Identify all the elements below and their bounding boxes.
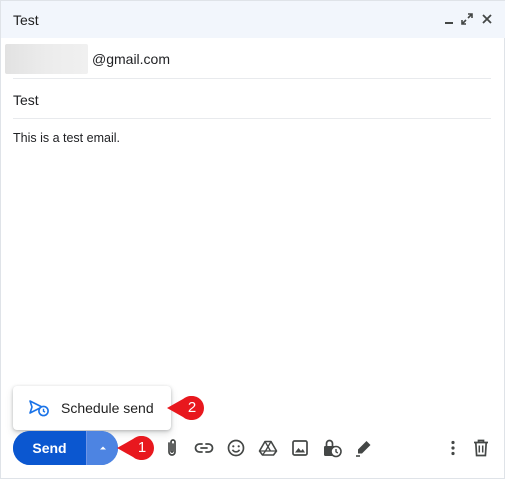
- close-button[interactable]: [478, 9, 496, 29]
- attach-file-button[interactable]: [161, 437, 183, 459]
- compose-title: Test: [13, 12, 39, 28]
- subject-field[interactable]: Test: [13, 80, 491, 119]
- message-body[interactable]: This is a test email.: [13, 131, 120, 145]
- drive-icon: [258, 440, 278, 456]
- send-button-group: Send: [13, 431, 118, 465]
- emoji-icon: [227, 439, 245, 457]
- callout-number: 1: [137, 439, 147, 456]
- discard-draft-button[interactable]: [470, 437, 492, 459]
- callout-2: 2: [167, 395, 209, 421]
- minimize-button[interactable]: [440, 9, 458, 29]
- confidential-mode-button[interactable]: [321, 437, 343, 459]
- schedule-send-label: Schedule send: [61, 400, 154, 416]
- caret-up-icon: [99, 446, 106, 450]
- signature-icon: [356, 441, 371, 457]
- trash-icon: [474, 439, 488, 457]
- fullscreen-button[interactable]: [458, 9, 476, 29]
- compose-header: Test: [1, 1, 505, 38]
- send-button[interactable]: Send: [13, 431, 86, 465]
- close-icon: [482, 14, 492, 24]
- more-options-icon: [451, 440, 455, 456]
- attach-icon: [168, 439, 176, 456]
- confidential-icon: [324, 439, 342, 458]
- insert-link-button[interactable]: [193, 437, 215, 459]
- subject-value: Test: [13, 92, 39, 108]
- link-icon: [194, 443, 214, 453]
- insert-signature-button[interactable]: [353, 437, 375, 459]
- minimize-icon: [445, 22, 453, 24]
- callout-number: 2: [187, 399, 197, 416]
- compose-window: Test @gmail.com Test This is a test emai…: [0, 0, 505, 479]
- insert-drive-button[interactable]: [257, 437, 279, 459]
- redacted-recipient: [5, 44, 88, 74]
- schedule-send-icon: [29, 400, 49, 417]
- recipient-email: @gmail.com: [92, 51, 171, 67]
- insert-emoji-button[interactable]: [225, 437, 247, 459]
- more-options-button[interactable]: [442, 437, 464, 459]
- recipients-field[interactable]: @gmail.com: [5, 41, 491, 79]
- expand-icon: [461, 13, 473, 25]
- photo-icon: [292, 440, 308, 456]
- callout-1: 1: [117, 435, 159, 461]
- schedule-send-menu-item[interactable]: Schedule send: [13, 386, 171, 430]
- insert-photo-button[interactable]: [289, 437, 311, 459]
- more-send-options-button[interactable]: [87, 431, 118, 465]
